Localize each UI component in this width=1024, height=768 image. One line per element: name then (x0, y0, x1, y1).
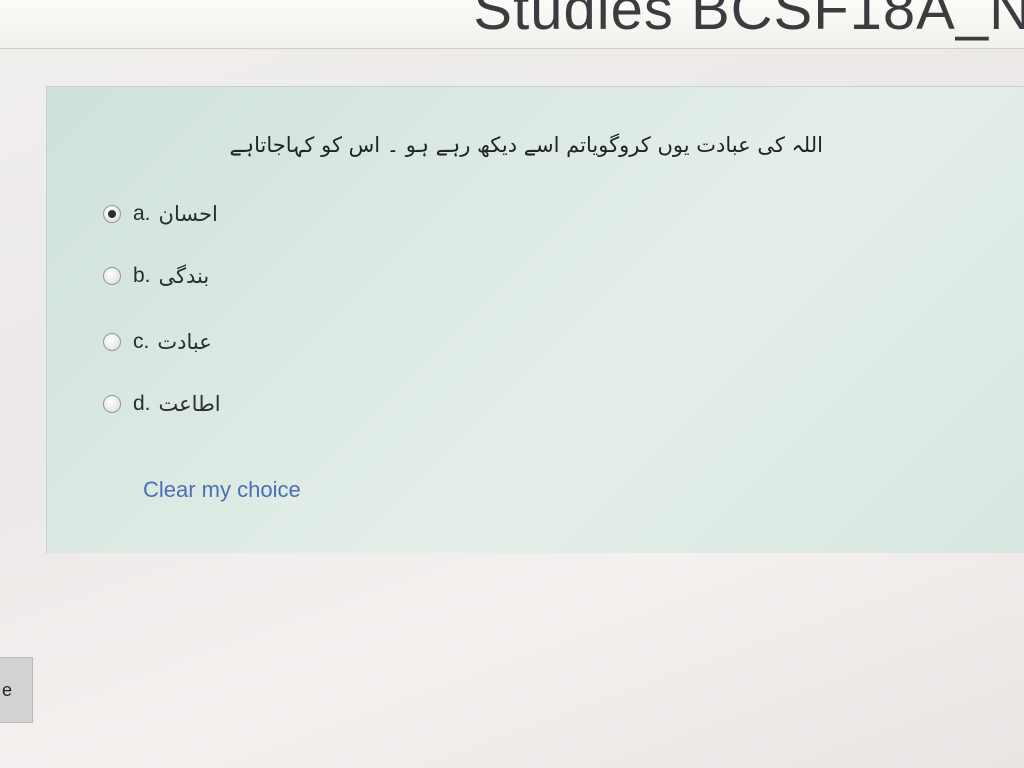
question-text: اللہ کی عبادت یوں کروگویاتم اسے دیکھ رہے… (229, 133, 824, 157)
radio-button-d[interactable] (103, 395, 121, 413)
course-title: Studies BCSF18A_N (473, 0, 1024, 42)
answer-text-a: احسان (158, 202, 218, 226)
question-panel: اللہ کی عبادت یوں کروگویاتم اسے دیکھ رہے… (46, 86, 1024, 553)
answer-text-d: اطاعت (158, 392, 221, 416)
answer-letter-b: b. (133, 264, 151, 287)
answer-letter-c: c. (133, 330, 150, 353)
radio-button-c[interactable] (103, 333, 121, 351)
answer-option-b[interactable]: b. بندگی (103, 261, 209, 291)
clear-choice-link[interactable]: Clear my choice (143, 477, 301, 503)
side-panel-tab[interactable]: e (0, 657, 33, 723)
answer-text-b: بندگی (158, 264, 210, 288)
answer-letter-a: a. (133, 202, 151, 225)
radio-button-b[interactable] (103, 267, 121, 285)
page-header: Studies BCSF18A_N (0, 0, 1024, 49)
answer-text-c: عبادت (157, 330, 212, 354)
answer-option-a[interactable]: a. احسان (103, 199, 218, 229)
radio-button-a[interactable] (103, 205, 121, 223)
answer-option-d[interactable]: d. اطاعت (103, 389, 221, 419)
answer-letter-d: d. (133, 392, 151, 415)
answer-option-c[interactable]: c. عبادت (103, 327, 212, 357)
